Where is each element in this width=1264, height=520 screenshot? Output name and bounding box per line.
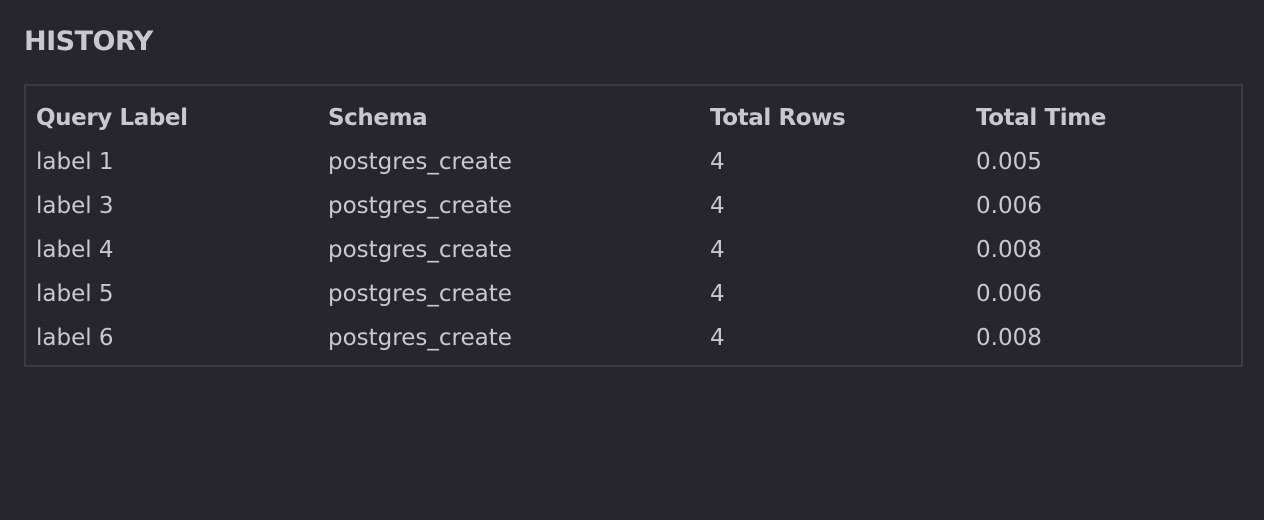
cell-total-rows: 4	[710, 281, 725, 307]
cell-query-label: label 5	[36, 281, 114, 307]
table-row[interactable]: label 4 postgres_create 4 0.008	[36, 228, 1226, 272]
cell-total-time: 0.005	[976, 149, 1042, 175]
cell-query-label: label 1	[36, 149, 114, 175]
table-header-row: Query Label Schema Total Rows Total Time	[36, 96, 1226, 140]
cell-query-label: label 4	[36, 237, 114, 263]
table-row[interactable]: label 3 postgres_create 4 0.006	[36, 184, 1226, 228]
table-row[interactable]: label 6 postgres_create 4 0.008	[36, 316, 1226, 360]
cell-query-label: label 6	[36, 325, 114, 351]
cell-schema: postgres_create	[328, 281, 512, 307]
cell-total-time: 0.008	[976, 325, 1042, 351]
column-header-query-label: Query Label	[36, 105, 188, 131]
cell-total-time: 0.008	[976, 237, 1042, 263]
column-header-total-time: Total Time	[976, 105, 1106, 131]
history-title: HISTORY	[24, 26, 153, 57]
column-header-schema: Schema	[328, 105, 428, 131]
cell-total-time: 0.006	[976, 281, 1042, 307]
cell-total-time: 0.006	[976, 193, 1042, 219]
history-table-container: Query Label Schema Total Rows Total Time…	[24, 84, 1243, 367]
cell-schema: postgres_create	[328, 237, 512, 263]
cell-total-rows: 4	[710, 325, 725, 351]
cell-total-rows: 4	[710, 237, 725, 263]
cell-schema: postgres_create	[328, 149, 512, 175]
table-row[interactable]: label 1 postgres_create 4 0.005	[36, 140, 1226, 184]
cell-schema: postgres_create	[328, 193, 512, 219]
cell-total-rows: 4	[710, 149, 725, 175]
cell-query-label: label 3	[36, 193, 114, 219]
table-row[interactable]: label 5 postgres_create 4 0.006	[36, 272, 1226, 316]
cell-total-rows: 4	[710, 193, 725, 219]
cell-schema: postgres_create	[328, 325, 512, 351]
history-table: Query Label Schema Total Rows Total Time…	[36, 96, 1226, 360]
column-header-total-rows: Total Rows	[710, 105, 846, 131]
